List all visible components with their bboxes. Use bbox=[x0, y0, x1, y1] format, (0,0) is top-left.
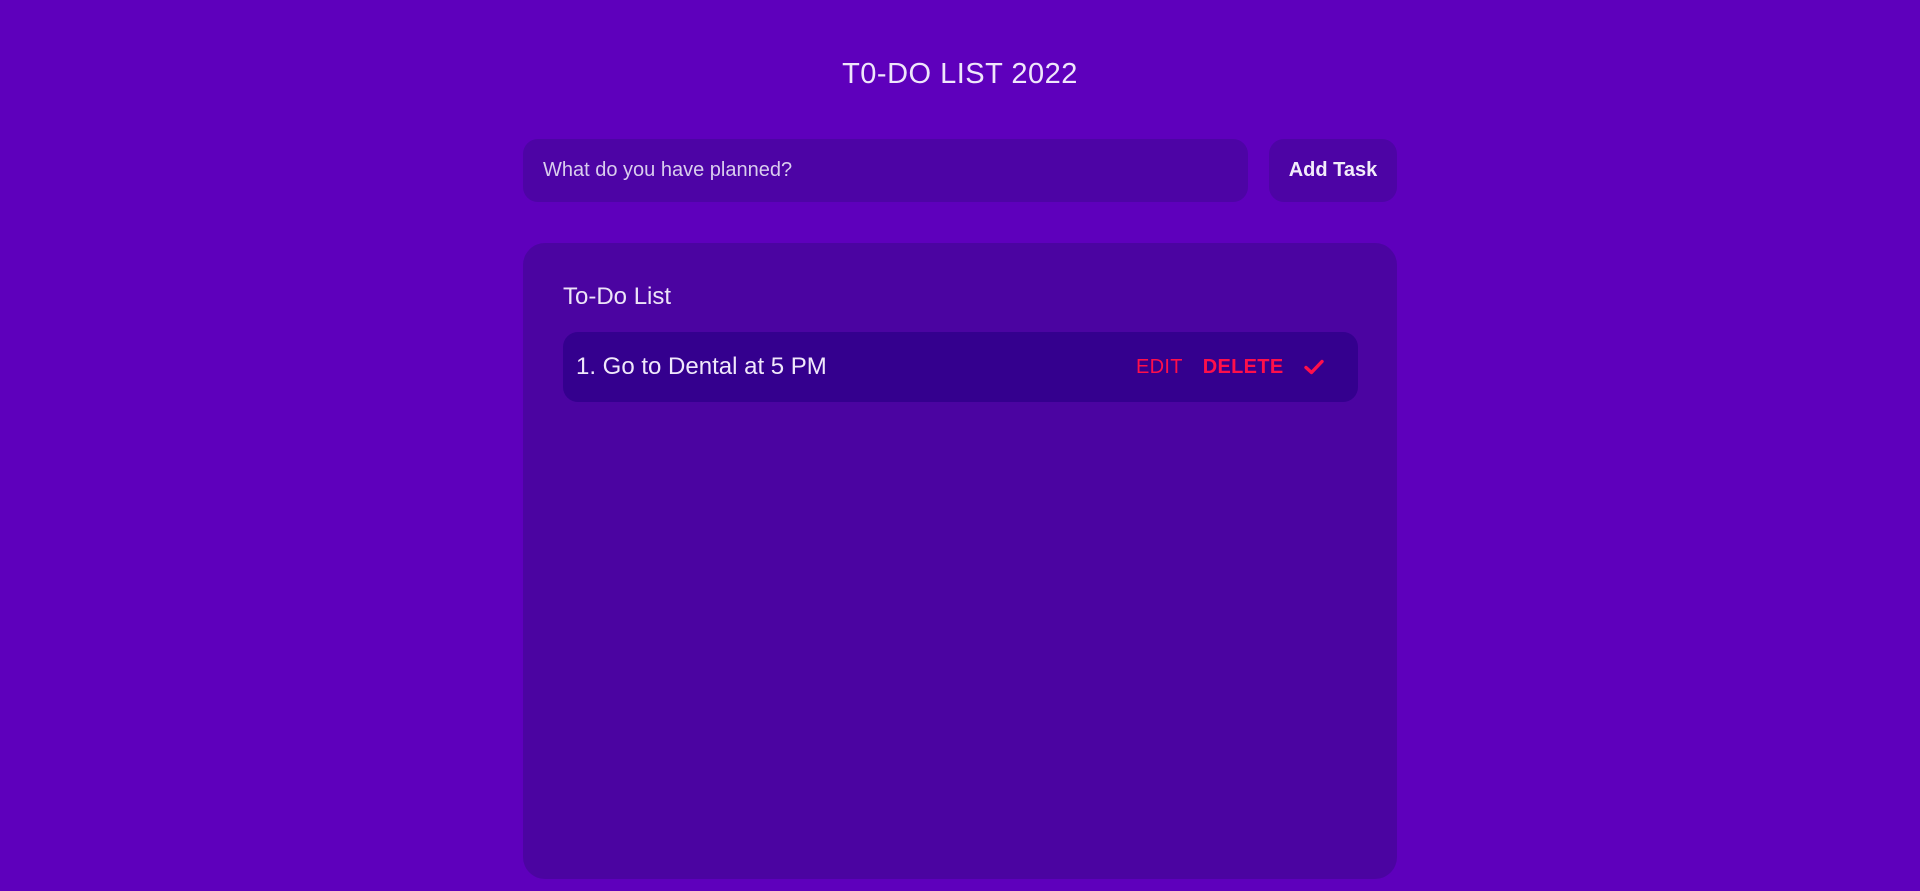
add-task-button[interactable]: Add Task bbox=[1269, 139, 1397, 202]
delete-button[interactable]: DELETE bbox=[1203, 356, 1284, 379]
todo-actions: EDIT DELETE bbox=[1136, 356, 1325, 379]
page-title: T0-DO LIST 2022 bbox=[842, 58, 1078, 90]
todo-text: 1. Go to Dental at 5 PM bbox=[576, 353, 827, 380]
todo-list-panel: To-Do List 1. Go to Dental at 5 PM EDIT … bbox=[523, 243, 1397, 879]
edit-button[interactable]: EDIT bbox=[1136, 356, 1183, 379]
page: T0-DO LIST 2022 Add Task To-Do List 1. G… bbox=[0, 0, 1920, 891]
task-input[interactable] bbox=[523, 139, 1248, 202]
list-heading: To-Do List bbox=[563, 283, 672, 310]
check-icon bbox=[1304, 359, 1325, 375]
list-item: 1. Go to Dental at 5 PM EDIT DELETE bbox=[563, 332, 1358, 402]
complete-button[interactable] bbox=[1303, 356, 1325, 378]
